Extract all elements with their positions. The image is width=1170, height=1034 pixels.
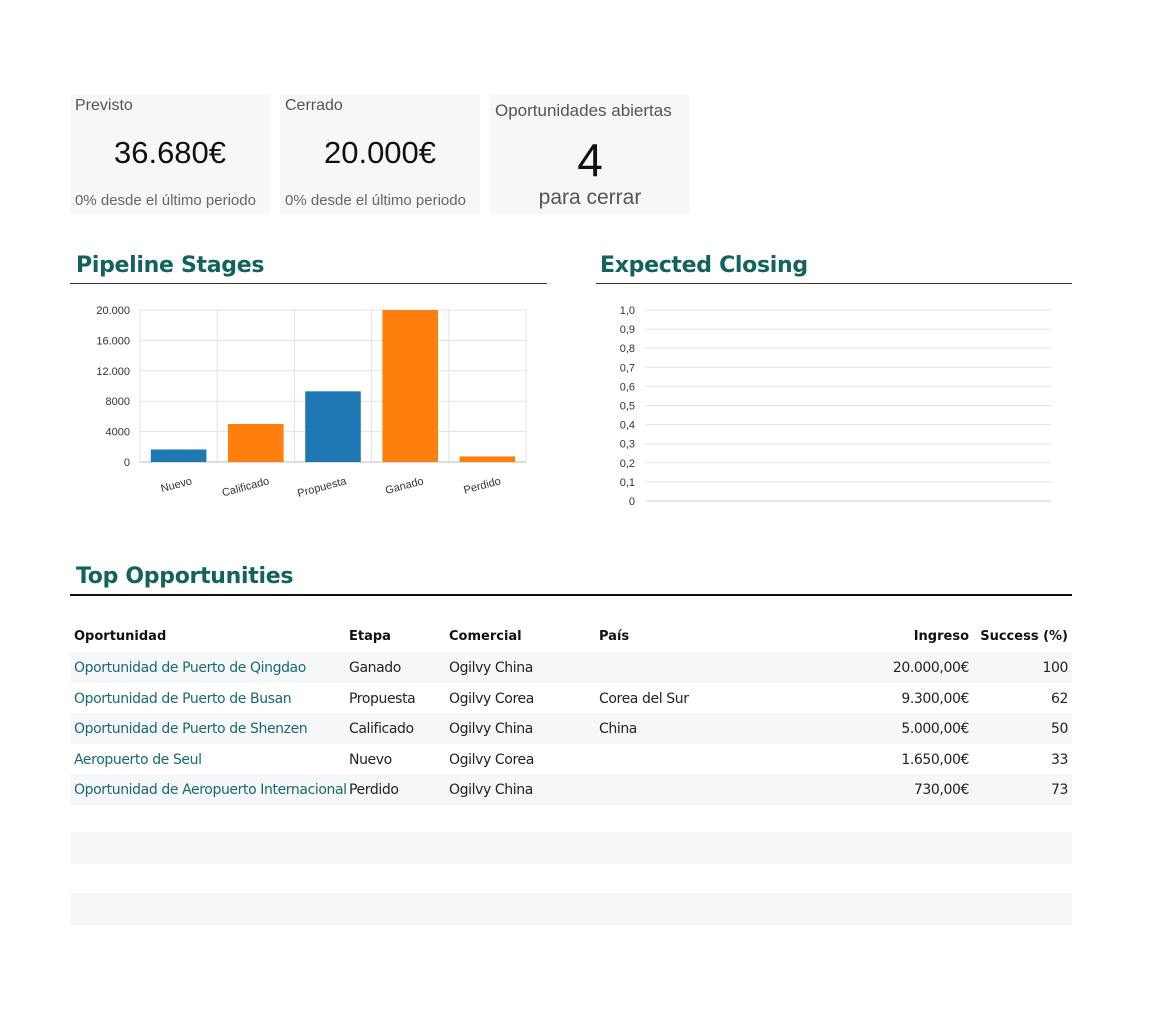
y-tick-label: 0 xyxy=(124,457,130,469)
country-cell xyxy=(599,774,799,805)
y-tick-label: 1,0 xyxy=(620,305,635,317)
y-tick-label: 0,9 xyxy=(620,324,635,336)
y-tick-label: 20.000 xyxy=(96,305,130,317)
x-tick-label: Ganado xyxy=(384,475,425,497)
country-cell xyxy=(599,744,799,775)
stage-cell: Nuevo xyxy=(349,751,392,768)
header-salesperson[interactable]: Comercial xyxy=(449,622,594,650)
kpi-open-value: 4 xyxy=(577,134,603,186)
opportunity-link[interactable]: Oportunidad de Aeropuerto Internacional … xyxy=(74,774,346,805)
success-cell: 100 xyxy=(1042,659,1068,676)
success-cell: 50 xyxy=(1050,720,1068,737)
kpi-open-sub: para cerrar xyxy=(538,186,642,209)
y-tick-label: 0,1 xyxy=(620,477,635,489)
kpi-closed-change: 0% desde el último periodo xyxy=(285,192,466,209)
table-header: Oportunidad Etapa Comercial País Ingreso… xyxy=(70,622,1072,650)
kpi-card-open-opportunities: Oportunidades abiertas 4 para cerrar xyxy=(490,95,690,214)
table-row[interactable]: Oportunidad de Puerto de Qingdao Ganado … xyxy=(70,652,1072,683)
y-tick-label: 0,8 xyxy=(620,343,635,355)
bar-perdido xyxy=(459,456,516,462)
empty-row xyxy=(70,832,1072,864)
revenue-cell: 5.000,00€ xyxy=(901,720,969,737)
kpi-open-title: Oportunidades abiertas xyxy=(495,101,672,120)
success-cell: 33 xyxy=(1050,751,1068,768)
closing-divider xyxy=(596,283,1072,284)
stage-cell: Calificado xyxy=(349,720,414,737)
y-tick-label: 8000 xyxy=(106,396,130,408)
salesperson-cell: Ogilvy Corea xyxy=(449,751,534,768)
table-row[interactable]: Oportunidad de Aeropuerto Internacional … xyxy=(70,774,1072,805)
opportunity-link[interactable]: Oportunidad de Puerto de Shenzen xyxy=(74,713,346,744)
country-cell xyxy=(599,652,799,683)
kpi-card-forecast: Previsto 36.680€ 0% desde el último peri… xyxy=(70,95,270,214)
opportunity-link[interactable]: Oportunidad de Puerto de Qingdao xyxy=(74,652,346,683)
bar-nuevo xyxy=(150,449,207,462)
top-opportunities-title: Top Opportunities xyxy=(76,564,294,589)
expected-closing-chart: 0 0,1 0,2 0,3 0,4 0,5 0,6 0,7 0,8 0,9 1,0 xyxy=(620,305,1051,508)
revenue-cell: 20.000,00€ xyxy=(892,659,969,676)
y-tick-label: 4000 xyxy=(106,427,130,439)
y-tick-label: 0,5 xyxy=(620,401,635,413)
pipeline-divider xyxy=(70,283,547,284)
salesperson-cell: Ogilvy Corea xyxy=(449,690,534,707)
kpi-closed-value: 20.000€ xyxy=(323,135,437,170)
x-tick-label: Propuesta xyxy=(296,475,348,500)
top-opportunities-divider xyxy=(70,594,1072,596)
kpi-card-closed: Cerrado 20.000€ 0% desde el último perio… xyxy=(280,95,480,214)
x-tick-label: Calificado xyxy=(221,475,271,499)
x-tick-label: Nuevo xyxy=(160,475,194,495)
opportunity-link[interactable]: Aeropuerto de Seul xyxy=(74,744,346,775)
salesperson-cell: Ogilvy China xyxy=(449,720,533,737)
country-cell: China xyxy=(599,720,637,737)
success-cell: 62 xyxy=(1050,690,1068,707)
kpi-forecast-change: 0% desde el último periodo xyxy=(75,192,256,209)
y-tick-label: 0,4 xyxy=(620,420,635,432)
stage-cell: Perdido xyxy=(349,781,399,798)
header-success[interactable]: Success (%) xyxy=(975,622,1068,650)
revenue-cell: 9.300,00€ xyxy=(901,690,969,707)
revenue-cell: 730,00€ xyxy=(913,781,969,798)
y-tick-label: 16.000 xyxy=(96,335,130,347)
pipeline-bar-chart: 0 4000 8000 12.000 16.000 20.000 Nuevo Califica… xyxy=(96,305,527,500)
table-row[interactable]: Aeropuerto de Seul Nuevo Ogilvy Corea 1.… xyxy=(70,744,1072,775)
kpi-forecast-title: Previsto xyxy=(75,97,133,114)
x-tick-label: Perdido xyxy=(462,475,502,496)
salesperson-cell: Ogilvy China xyxy=(449,659,533,676)
kpi-forecast-value: 36.680€ xyxy=(113,135,227,170)
salesperson-cell: Ogilvy China xyxy=(449,781,533,798)
table-row[interactable]: Oportunidad de Puerto de Busan Propuesta… xyxy=(70,683,1072,714)
y-tick-label: 0,3 xyxy=(620,439,635,451)
header-revenue[interactable]: Ingreso xyxy=(810,622,969,650)
bar-propuesta xyxy=(305,391,361,462)
bar-calificado xyxy=(228,424,284,462)
kpi-closed-title: Cerrado xyxy=(285,97,343,114)
revenue-cell: 1.650,00€ xyxy=(901,751,969,768)
y-tick-label: 0 xyxy=(629,496,635,508)
table-row[interactable]: Oportunidad de Puerto de Shenzen Calific… xyxy=(70,713,1072,744)
header-country[interactable]: País xyxy=(599,622,799,650)
empty-row xyxy=(70,893,1072,925)
header-opportunity[interactable]: Oportunidad xyxy=(74,622,346,650)
y-tick-label: 12.000 xyxy=(96,366,130,378)
y-tick-label: 0,2 xyxy=(620,458,635,470)
y-tick-label: 0,6 xyxy=(620,381,635,393)
header-stage[interactable]: Etapa xyxy=(349,622,444,650)
success-cell: 73 xyxy=(1050,781,1068,798)
expected-closing-title: Expected Closing xyxy=(600,253,808,278)
pipeline-stages-title: Pipeline Stages xyxy=(76,253,265,278)
y-tick-label: 0,7 xyxy=(620,362,635,374)
opportunity-link[interactable]: Oportunidad de Puerto de Busan xyxy=(74,683,346,714)
stage-cell: Ganado xyxy=(349,659,401,676)
bar-ganado xyxy=(382,310,438,462)
country-cell: Corea del Sur xyxy=(599,690,689,707)
stage-cell: Propuesta xyxy=(349,690,416,707)
